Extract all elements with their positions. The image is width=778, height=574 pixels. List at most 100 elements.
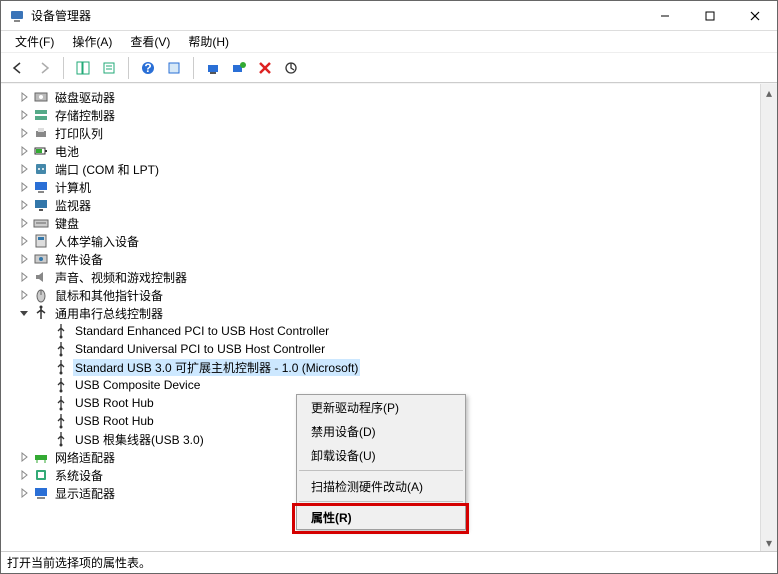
usb-ctrl-icon bbox=[33, 305, 49, 321]
tree-node-label: 端口 (COM 和 LPT) bbox=[53, 161, 161, 178]
tree-node[interactable]: 人体学输入设备 bbox=[13, 232, 777, 250]
network-icon bbox=[33, 449, 49, 465]
minimize-button[interactable] bbox=[642, 1, 687, 30]
tree-node[interactable]: 通用串行总线控制器 bbox=[13, 304, 777, 322]
expand-icon[interactable] bbox=[17, 126, 31, 140]
monitor-icon bbox=[33, 197, 49, 213]
tree-node[interactable]: 打印队列 bbox=[13, 124, 777, 142]
statusbar: 打开当前选择项的属性表。 bbox=[1, 551, 777, 573]
context-menu-item[interactable]: 扫描检测硬件改动(A) bbox=[297, 474, 465, 498]
tree-node[interactable]: 计算机 bbox=[13, 178, 777, 196]
system-dev-icon bbox=[33, 467, 49, 483]
tree-node-label: 打印队列 bbox=[53, 125, 105, 142]
tree-node[interactable]: 存储控制器 bbox=[13, 106, 777, 124]
tree-node[interactable]: 键盘 bbox=[13, 214, 777, 232]
disk-drive-icon bbox=[33, 89, 49, 105]
context-menu: 更新驱动程序(P)禁用设备(D)卸载设备(U) 扫描检测硬件改动(A) 属性(R) bbox=[296, 394, 466, 530]
action-button[interactable] bbox=[163, 57, 185, 79]
expand-icon[interactable] bbox=[17, 468, 31, 482]
vertical-scrollbar[interactable]: ▴ ▾ bbox=[760, 84, 777, 551]
menu-file[interactable]: 文件(F) bbox=[7, 31, 62, 52]
tree-node[interactable]: 声音、视频和游戏控制器 bbox=[13, 268, 777, 286]
tree-node-label: USB Composite Device bbox=[73, 378, 202, 392]
expand-icon[interactable] bbox=[17, 234, 31, 248]
forward-button[interactable] bbox=[33, 57, 55, 79]
context-menu-item[interactable]: 属性(R) bbox=[297, 505, 465, 529]
tree-node-label: 监视器 bbox=[53, 197, 93, 214]
maximize-button[interactable] bbox=[687, 1, 732, 30]
toolbar-separator bbox=[63, 57, 64, 79]
tree-node[interactable]: 端口 (COM 和 LPT) bbox=[13, 160, 777, 178]
context-menu-item[interactable]: 卸载设备(U) bbox=[297, 443, 465, 467]
usb-plug-icon bbox=[53, 395, 69, 411]
context-menu-item[interactable]: 更新驱动程序(P) bbox=[297, 395, 465, 419]
tree-node-label: 显示适配器 bbox=[53, 485, 117, 502]
scan-hardware-button[interactable] bbox=[202, 57, 224, 79]
window-controls bbox=[642, 1, 777, 30]
expand-icon[interactable] bbox=[17, 162, 31, 176]
expand-icon[interactable] bbox=[17, 90, 31, 104]
expand-icon[interactable] bbox=[17, 486, 31, 500]
hid-icon bbox=[33, 233, 49, 249]
tree-node-label: 键盘 bbox=[53, 215, 81, 232]
display-icon bbox=[33, 485, 49, 501]
expand-icon[interactable] bbox=[17, 180, 31, 194]
menu-action[interactable]: 操作(A) bbox=[64, 31, 120, 52]
software-dev-icon bbox=[33, 251, 49, 267]
device-manager-window: 设备管理器 文件(F) 操作(A) 查看(V) 帮助(H) ? 磁盘驱动器存储控… bbox=[0, 0, 778, 574]
tree-node[interactable]: Standard USB 3.0 可扩展主机控制器 - 1.0 (Microso… bbox=[33, 358, 777, 376]
context-menu-item[interactable]: 禁用设备(D) bbox=[297, 419, 465, 443]
scroll-down-icon[interactable]: ▾ bbox=[761, 534, 777, 551]
scroll-up-icon[interactable]: ▴ bbox=[761, 84, 777, 101]
app-icon bbox=[9, 8, 25, 24]
tree-node[interactable]: 电池 bbox=[13, 142, 777, 160]
storage-ctrl-icon bbox=[33, 107, 49, 123]
tree-node-label: 网络适配器 bbox=[53, 449, 117, 466]
close-button[interactable] bbox=[732, 1, 777, 30]
expand-icon[interactable] bbox=[17, 198, 31, 212]
usb-plug-icon bbox=[53, 413, 69, 429]
tree-node[interactable]: USB Composite Device bbox=[33, 376, 777, 394]
tree-node-label: 声音、视频和游戏控制器 bbox=[53, 269, 189, 286]
tree-node-label: 系统设备 bbox=[53, 467, 105, 484]
expand-icon[interactable] bbox=[17, 288, 31, 302]
tree-node[interactable]: 监视器 bbox=[13, 196, 777, 214]
tree-node-label: 软件设备 bbox=[53, 251, 105, 268]
expand-icon[interactable] bbox=[17, 252, 31, 266]
tree-node-label: Standard Universal PCI to USB Host Contr… bbox=[73, 342, 327, 356]
expand-icon[interactable] bbox=[17, 144, 31, 158]
tree-node[interactable]: Standard Enhanced PCI to USB Host Contro… bbox=[33, 322, 777, 340]
expand-icon[interactable] bbox=[17, 450, 31, 464]
tree-node[interactable]: Standard Universal PCI to USB Host Contr… bbox=[33, 340, 777, 358]
back-button[interactable] bbox=[7, 57, 29, 79]
tree-node-label: USB Root Hub bbox=[73, 396, 156, 410]
tree-node[interactable]: 软件设备 bbox=[13, 250, 777, 268]
tree-node[interactable]: 磁盘驱动器 bbox=[13, 88, 777, 106]
usb-plug-icon bbox=[53, 323, 69, 339]
svg-text:?: ? bbox=[144, 61, 151, 75]
tree-node[interactable]: 鼠标和其他指针设备 bbox=[13, 286, 777, 304]
keyboard-icon bbox=[33, 215, 49, 231]
properties-button[interactable] bbox=[98, 57, 120, 79]
help-button[interactable]: ? bbox=[137, 57, 159, 79]
menu-view[interactable]: 查看(V) bbox=[122, 31, 178, 52]
mouse-icon bbox=[33, 287, 49, 303]
collapse-icon[interactable] bbox=[17, 306, 31, 320]
sound-icon bbox=[33, 269, 49, 285]
tree-node-label: 人体学输入设备 bbox=[53, 233, 141, 250]
show-hide-tree-button[interactable] bbox=[72, 57, 94, 79]
expand-icon[interactable] bbox=[17, 216, 31, 230]
update-driver-button[interactable] bbox=[280, 57, 302, 79]
usb-plug-icon bbox=[53, 431, 69, 447]
tree-node-label: Standard USB 3.0 可扩展主机控制器 - 1.0 (Microso… bbox=[73, 359, 360, 376]
expand-icon[interactable] bbox=[17, 270, 31, 284]
add-legacy-hardware-button[interactable] bbox=[228, 57, 250, 79]
expand-icon[interactable] bbox=[17, 108, 31, 122]
uninstall-button[interactable] bbox=[254, 57, 276, 79]
tree-pane[interactable]: 磁盘驱动器存储控制器打印队列电池端口 (COM 和 LPT)计算机监视器键盘人体… bbox=[1, 83, 777, 551]
usb-plug-icon bbox=[53, 377, 69, 393]
computer-icon bbox=[33, 179, 49, 195]
menu-help[interactable]: 帮助(H) bbox=[180, 31, 237, 52]
usb-plug-icon bbox=[53, 359, 69, 375]
titlebar: 设备管理器 bbox=[1, 1, 777, 31]
